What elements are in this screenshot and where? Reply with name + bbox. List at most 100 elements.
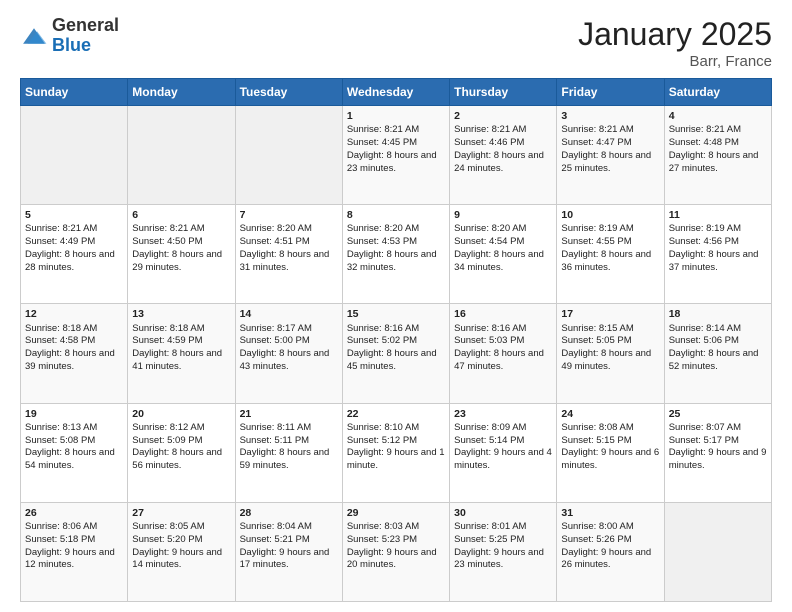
day-number: 26 (25, 506, 123, 520)
table-row: 6Sunrise: 8:21 AMSunset: 4:50 PMDaylight… (128, 205, 235, 304)
col-saturday: Saturday (664, 79, 771, 106)
day-info: Sunrise: 8:16 AM (347, 323, 445, 336)
table-row: 4Sunrise: 8:21 AMSunset: 4:48 PMDaylight… (664, 106, 771, 205)
table-row: 14Sunrise: 8:17 AMSunset: 5:00 PMDayligh… (235, 304, 342, 403)
day-info: Daylight: 8 hours and 59 minutes. (240, 447, 338, 473)
day-info: Daylight: 8 hours and 29 minutes. (132, 249, 230, 275)
day-info: Daylight: 9 hours and 4 minutes. (454, 447, 552, 473)
day-number: 18 (669, 307, 767, 321)
location: Barr, France (578, 53, 772, 70)
day-info: Sunset: 5:18 PM (25, 534, 123, 547)
logo-text: General Blue (52, 16, 119, 56)
day-info: Sunrise: 8:21 AM (454, 124, 552, 137)
day-info: Daylight: 8 hours and 27 minutes. (669, 150, 767, 176)
table-row: 22Sunrise: 8:10 AMSunset: 5:12 PMDayligh… (342, 403, 449, 502)
day-info: Sunset: 4:58 PM (25, 335, 123, 348)
day-info: Sunrise: 8:06 AM (25, 521, 123, 534)
table-row: 16Sunrise: 8:16 AMSunset: 5:03 PMDayligh… (450, 304, 557, 403)
day-info: Daylight: 8 hours and 32 minutes. (347, 249, 445, 275)
day-info: Sunrise: 8:09 AM (454, 422, 552, 435)
table-row: 29Sunrise: 8:03 AMSunset: 5:23 PMDayligh… (342, 502, 449, 601)
day-info: Sunrise: 8:12 AM (132, 422, 230, 435)
logo-blue-text: Blue (52, 36, 119, 56)
day-info: Daylight: 9 hours and 20 minutes. (347, 547, 445, 573)
calendar-week-row: 12Sunrise: 8:18 AMSunset: 4:58 PMDayligh… (21, 304, 772, 403)
day-info: Sunrise: 8:20 AM (454, 223, 552, 236)
day-number: 3 (561, 109, 659, 123)
table-row: 27Sunrise: 8:05 AMSunset: 5:20 PMDayligh… (128, 502, 235, 601)
day-info: Sunset: 4:46 PM (454, 137, 552, 150)
table-row: 13Sunrise: 8:18 AMSunset: 4:59 PMDayligh… (128, 304, 235, 403)
table-row: 30Sunrise: 8:01 AMSunset: 5:25 PMDayligh… (450, 502, 557, 601)
day-number: 29 (347, 506, 445, 520)
calendar-week-row: 1Sunrise: 8:21 AMSunset: 4:45 PMDaylight… (21, 106, 772, 205)
day-number: 14 (240, 307, 338, 321)
table-row: 28Sunrise: 8:04 AMSunset: 5:21 PMDayligh… (235, 502, 342, 601)
day-info: Daylight: 9 hours and 17 minutes. (240, 547, 338, 573)
day-info: Sunset: 5:15 PM (561, 435, 659, 448)
title-area: January 2025 Barr, France (578, 16, 772, 70)
day-info: Sunset: 5:23 PM (347, 534, 445, 547)
calendar-week-row: 26Sunrise: 8:06 AMSunset: 5:18 PMDayligh… (21, 502, 772, 601)
table-row: 8Sunrise: 8:20 AMSunset: 4:53 PMDaylight… (342, 205, 449, 304)
day-info: Sunrise: 8:16 AM (454, 323, 552, 336)
day-info: Daylight: 8 hours and 54 minutes. (25, 447, 123, 473)
day-number: 4 (669, 109, 767, 123)
day-number: 21 (240, 407, 338, 421)
col-wednesday: Wednesday (342, 79, 449, 106)
day-info: Sunset: 5:17 PM (669, 435, 767, 448)
month-title: January 2025 (578, 16, 772, 53)
calendar-week-row: 19Sunrise: 8:13 AMSunset: 5:08 PMDayligh… (21, 403, 772, 502)
header: General Blue January 2025 Barr, France (20, 16, 772, 70)
day-number: 24 (561, 407, 659, 421)
day-info: Sunrise: 8:20 AM (347, 223, 445, 236)
day-info: Sunrise: 8:18 AM (25, 323, 123, 336)
day-info: Sunrise: 8:19 AM (669, 223, 767, 236)
table-row: 31Sunrise: 8:00 AMSunset: 5:26 PMDayligh… (557, 502, 664, 601)
day-number: 5 (25, 208, 123, 222)
day-number: 16 (454, 307, 552, 321)
table-row: 11Sunrise: 8:19 AMSunset: 4:56 PMDayligh… (664, 205, 771, 304)
day-info: Sunrise: 8:21 AM (25, 223, 123, 236)
day-info: Sunset: 5:14 PM (454, 435, 552, 448)
day-number: 30 (454, 506, 552, 520)
day-number: 7 (240, 208, 338, 222)
day-number: 6 (132, 208, 230, 222)
day-number: 1 (347, 109, 445, 123)
day-info: Sunrise: 8:21 AM (132, 223, 230, 236)
col-thursday: Thursday (450, 79, 557, 106)
day-number: 25 (669, 407, 767, 421)
day-info: Sunset: 4:53 PM (347, 236, 445, 249)
day-info: Daylight: 8 hours and 39 minutes. (25, 348, 123, 374)
day-info: Sunrise: 8:15 AM (561, 323, 659, 336)
day-info: Sunset: 5:25 PM (454, 534, 552, 547)
table-row: 23Sunrise: 8:09 AMSunset: 5:14 PMDayligh… (450, 403, 557, 502)
table-row: 17Sunrise: 8:15 AMSunset: 5:05 PMDayligh… (557, 304, 664, 403)
day-info: Sunset: 5:12 PM (347, 435, 445, 448)
col-monday: Monday (128, 79, 235, 106)
table-row: 9Sunrise: 8:20 AMSunset: 4:54 PMDaylight… (450, 205, 557, 304)
day-number: 11 (669, 208, 767, 222)
day-info: Daylight: 9 hours and 26 minutes. (561, 547, 659, 573)
table-row (128, 106, 235, 205)
col-tuesday: Tuesday (235, 79, 342, 106)
day-info: Sunset: 4:54 PM (454, 236, 552, 249)
day-number: 28 (240, 506, 338, 520)
calendar-page: General Blue January 2025 Barr, France S… (0, 0, 792, 612)
day-info: Daylight: 8 hours and 34 minutes. (454, 249, 552, 275)
day-info: Sunrise: 8:11 AM (240, 422, 338, 435)
day-info: Daylight: 8 hours and 56 minutes. (132, 447, 230, 473)
day-info: Sunrise: 8:04 AM (240, 521, 338, 534)
table-row: 1Sunrise: 8:21 AMSunset: 4:45 PMDaylight… (342, 106, 449, 205)
day-info: Sunrise: 8:07 AM (669, 422, 767, 435)
day-info: Daylight: 9 hours and 12 minutes. (25, 547, 123, 573)
day-info: Sunrise: 8:21 AM (347, 124, 445, 137)
day-info: Sunset: 4:59 PM (132, 335, 230, 348)
table-row (664, 502, 771, 601)
day-number: 27 (132, 506, 230, 520)
calendar-table: Sunday Monday Tuesday Wednesday Thursday… (20, 78, 772, 602)
day-info: Sunrise: 8:05 AM (132, 521, 230, 534)
calendar-header-row: Sunday Monday Tuesday Wednesday Thursday… (21, 79, 772, 106)
table-row: 5Sunrise: 8:21 AMSunset: 4:49 PMDaylight… (21, 205, 128, 304)
day-info: Sunrise: 8:19 AM (561, 223, 659, 236)
